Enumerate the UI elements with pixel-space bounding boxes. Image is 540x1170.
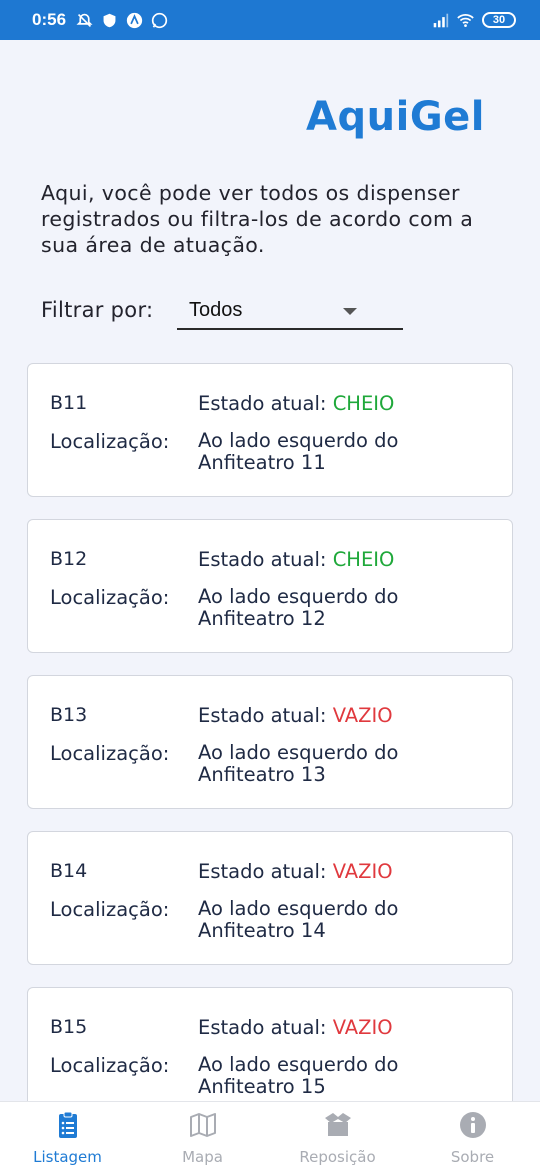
chevron-down-icon xyxy=(343,308,357,315)
muted-bell-icon xyxy=(76,13,93,27)
state-label: Estado atual: xyxy=(198,860,327,883)
shield-icon xyxy=(103,13,116,27)
dispenser-state: Estado atual: CHEIO xyxy=(198,392,394,415)
whatsapp-icon xyxy=(151,12,168,28)
state-label: Estado atual: xyxy=(198,704,327,727)
box-open-icon xyxy=(324,1113,351,1136)
info-circle-icon xyxy=(459,1112,486,1138)
dispenser-id: B12 xyxy=(50,548,88,570)
app-title: AquiGel xyxy=(306,94,485,140)
clipboard-list-icon xyxy=(58,1111,77,1138)
state-value: VAZIO xyxy=(332,1016,393,1039)
location-value: Ao lado esquerdo do Anfiteatro 13 xyxy=(198,741,399,786)
dispenser-id: B13 xyxy=(50,704,88,726)
status-time: 0:56 xyxy=(32,10,67,29)
nav-item-sobre[interactable]: Sobre xyxy=(405,1102,540,1170)
location-label: Localização: xyxy=(50,1054,170,1077)
location-value: Ao lado esquerdo do Anfiteatro 14 xyxy=(198,897,399,942)
dispenser-id: B14 xyxy=(50,860,88,882)
bottom-nav: Listagem Mapa Reposição Sobre xyxy=(0,1101,540,1170)
state-value: CHEIO xyxy=(332,548,395,571)
state-value: VAZIO xyxy=(332,704,393,727)
state-label: Estado atual: xyxy=(198,392,327,415)
dispenser-id: B11 xyxy=(50,392,88,414)
system-icons: 30 xyxy=(432,12,516,29)
location-value: Ao lado esquerdo do Anfiteatro 12 xyxy=(198,585,399,630)
signal-icon xyxy=(433,13,449,27)
notification-icons xyxy=(76,12,168,29)
battery-icon: 30 xyxy=(482,12,516,28)
dispenser-card[interactable]: B13 Estado atual: VAZIO Localização: Ao … xyxy=(27,675,513,809)
filter-dropdown[interactable]: Todos xyxy=(177,296,403,330)
nav-label: Mapa xyxy=(182,1148,223,1166)
state-value: VAZIO xyxy=(332,860,393,883)
nav-label: Listagem xyxy=(33,1148,102,1166)
location-value: Ao lado esquerdo do Anfiteatro 15 xyxy=(198,1053,399,1098)
filter-label: Filtrar por: xyxy=(41,298,154,322)
dispenser-card[interactable]: B12 Estado atual: CHEIO Localização: Ao … xyxy=(27,519,513,653)
dispenser-card[interactable]: B14 Estado atual: VAZIO Localização: Ao … xyxy=(27,831,513,965)
location-label: Localização: xyxy=(50,742,170,765)
dispenser-state: Estado atual: VAZIO xyxy=(198,704,393,727)
nav-label: Sobre xyxy=(450,1148,495,1166)
dispenser-state: Estado atual: VAZIO xyxy=(198,1016,393,1039)
state-value: CHEIO xyxy=(332,392,395,415)
location-label: Localização: xyxy=(50,586,170,609)
state-label: Estado atual: xyxy=(198,1016,327,1039)
nav-item-listagem[interactable]: Listagem xyxy=(0,1102,135,1170)
dispenser-state: Estado atual: VAZIO xyxy=(198,860,393,883)
filter-row: Filtrar por: Todos xyxy=(41,296,411,332)
status-bar: 0:56 30 xyxy=(0,0,540,40)
dispenser-id: B15 xyxy=(50,1016,88,1038)
intro-text: Aqui, você pode ver todos os dispenser r… xyxy=(41,181,474,257)
dispenser-state: Estado atual: CHEIO xyxy=(198,548,394,571)
nav-item-mapa[interactable]: Mapa xyxy=(135,1102,270,1170)
dispenser-card[interactable]: B11 Estado atual: CHEIO Localização: Ao … xyxy=(27,363,513,497)
app-a-icon xyxy=(126,12,143,28)
location-label: Localização: xyxy=(50,430,170,453)
nav-label: Reposição xyxy=(299,1148,376,1166)
location-value: Ao lado esquerdo do Anfiteatro 11 xyxy=(198,429,399,474)
wifi-icon xyxy=(457,13,474,27)
location-label: Localização: xyxy=(50,898,170,921)
map-icon xyxy=(189,1113,216,1137)
state-label: Estado atual: xyxy=(198,548,327,571)
nav-item-reposicao[interactable]: Reposição xyxy=(270,1102,405,1170)
filter-selected-value: Todos xyxy=(189,299,243,321)
